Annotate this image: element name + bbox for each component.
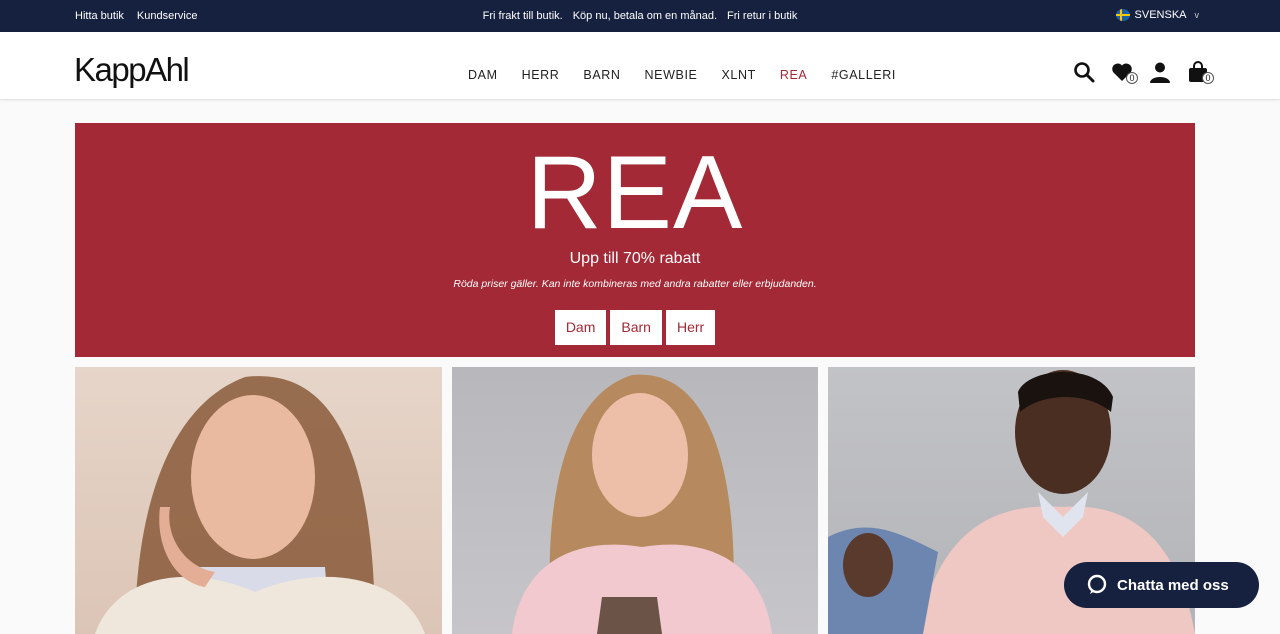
language-label: SVENSKA (1134, 9, 1187, 21)
header-icons: 0 0 (1072, 60, 1214, 84)
barn-image[interactable] (452, 367, 818, 634)
chat-button[interactable]: Chatta med oss (1064, 562, 1259, 608)
language-selector[interactable]: SVENSKA v (1115, 9, 1200, 21)
promo-pay-later: Köp nu, betala om en månad. (572, 10, 718, 22)
nav-item-rea[interactable]: REA (780, 68, 808, 82)
nav-item-galleri[interactable]: #GALLERI (831, 68, 896, 82)
wishlist-count-badge: 0 (1126, 72, 1138, 84)
hero-disclaimer: Röda priser gäller. Kan inte kombineras … (453, 278, 817, 290)
nav-item-newbie[interactable]: NEWBIE (645, 68, 698, 82)
promo-free-return: Fri retur i butik (727, 10, 798, 22)
search-icon[interactable] (1072, 60, 1096, 84)
hero-category-buttons: Dam Barn Herr (75, 310, 1195, 345)
promo-messages: Fri frakt till butik. Köp nu, betala om … (0, 10, 1280, 22)
nav-item-dam[interactable]: DAM (468, 68, 498, 82)
nav-item-xlnt[interactable]: XLNT (721, 68, 755, 82)
hero-button-barn[interactable]: Barn (610, 310, 662, 345)
chat-label: Chatta med oss (1117, 576, 1229, 594)
wishlist-button[interactable]: 0 (1110, 60, 1138, 84)
chat-bubble-icon (1087, 574, 1107, 594)
site-logo[interactable]: KappAhl (74, 51, 190, 89)
sweden-flag-icon (1115, 9, 1130, 21)
hero-button-herr[interactable]: Herr (665, 310, 716, 345)
main-nav: DAM HERR BARN NEWBIE XLNT REA #GALLERI (468, 68, 920, 82)
top-utility-bar: Hitta butik Kundservice Fri frakt till b… (0, 0, 1280, 32)
account-button[interactable] (1148, 60, 1172, 84)
sale-hero-banner: REA Upp till 70% rabatt Röda priser gäll… (75, 123, 1195, 357)
chevron-down-icon: v (1194, 10, 1200, 20)
cart-count-badge: 0 (1202, 72, 1214, 84)
cart-button[interactable]: 0 (1186, 60, 1214, 84)
hero-subtitle: Upp till 70% rabatt (569, 250, 701, 267)
promo-free-shipping: Fri frakt till butik. (482, 10, 563, 22)
nav-item-barn[interactable]: BARN (583, 68, 620, 82)
hero-button-dam[interactable]: Dam (554, 310, 607, 345)
user-icon (1150, 62, 1170, 83)
site-header: KappAhl DAM HERR BARN NEWBIE XLNT REA #G… (0, 32, 1280, 100)
dam-image[interactable] (75, 367, 442, 634)
nav-item-herr[interactable]: HERR (522, 68, 560, 82)
hero-title: REA (526, 135, 744, 251)
